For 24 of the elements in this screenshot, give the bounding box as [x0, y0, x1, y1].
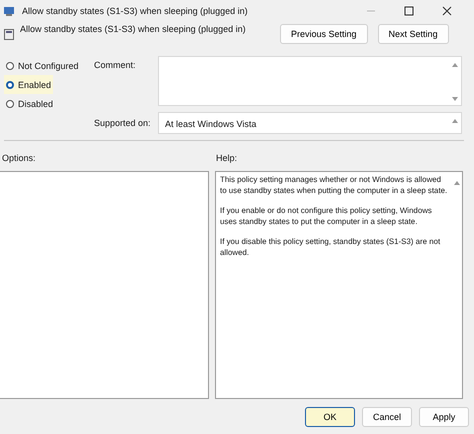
scroll-up-icon[interactable] [452, 119, 458, 123]
comment-field[interactable] [158, 56, 462, 106]
help-label: Help: [216, 153, 238, 163]
dialog-button[interactable]: Cancel [362, 407, 412, 427]
scroll-up-icon[interactable] [454, 181, 460, 185]
maximize-icon[interactable] [404, 6, 414, 16]
comment-label: Comment: [94, 59, 137, 72]
dialog-button[interactable]: Apply [419, 407, 469, 427]
nav-button[interactable]: Previous Setting [280, 24, 368, 44]
nav-button[interactable]: Next Setting [378, 24, 449, 44]
radio-option[interactable]: Not Configured [4, 56, 81, 75]
radio-option[interactable]: Disabled [4, 94, 56, 113]
scroll-up-icon[interactable] [452, 63, 458, 67]
close-icon[interactable] [442, 6, 452, 16]
scroll-down-icon[interactable] [452, 97, 458, 101]
setting-icon [4, 28, 14, 40]
radio-option[interactable]: Enabled [4, 75, 54, 94]
supported-field: At least Windows Vista [158, 112, 462, 134]
window-title: Allow standby states (S1-S3) when sleeping (plugged in) [22, 6, 249, 16]
setting-title: Allow standby states (S1-S3) when sleeping (plugged in) [20, 24, 247, 34]
dialog-button[interactable]: OK [305, 407, 355, 427]
options-label: Options: [2, 153, 37, 163]
supported-label: Supported on: [94, 117, 152, 130]
policy-icon [4, 6, 16, 16]
